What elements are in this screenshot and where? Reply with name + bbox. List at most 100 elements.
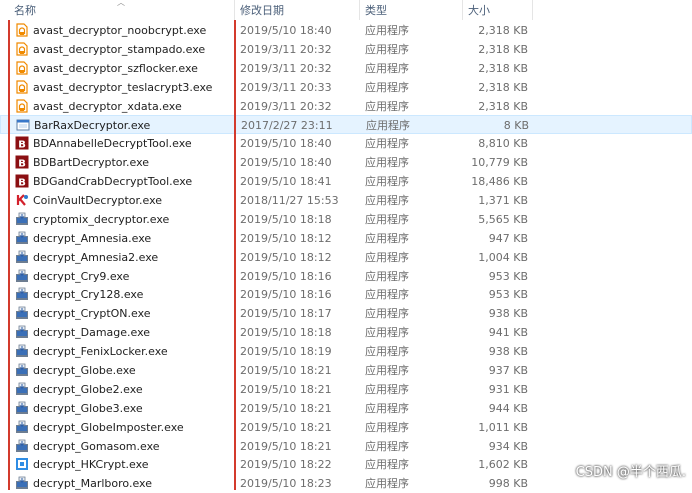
file-row[interactable]: B BDBartDecryptor.exe 2019/5/10 18:40 应用程序 1… — [0, 153, 692, 172]
annotation-line-right — [234, 20, 236, 490]
file-row[interactable]: BarRaxDecryptor.exe 2017/2/27 23:11 应用程序 8 … — [0, 115, 692, 135]
column-divider[interactable] — [532, 0, 533, 20]
file-date: 2018/11/27 15:53 — [240, 194, 339, 208]
file-name: avast_decryptor_noobcrypt.exe — [33, 24, 207, 37]
file-name: decrypt_Globe3.exe — [33, 401, 143, 415]
file-date: 2019/5/10 18:23 — [240, 477, 332, 491]
window-app-icon — [16, 118, 30, 132]
file-name: decrypt_Damage.exe — [33, 326, 151, 340]
file-size: 2,318 KB — [478, 80, 528, 94]
file-name: decrypt_Amnesia2.exe — [33, 250, 159, 264]
file-row[interactable]: avast_decryptor_teslacrypt3.exe 2019/3/11… — [0, 78, 692, 97]
column-header-date[interactable]: 修改日期 — [240, 0, 284, 20]
file-row[interactable]: decrypt_CryptON.exe 2019/5/10 18:17 应用程序 93… — [0, 304, 692, 323]
file-name: decrypt_GlobeImposter.exe — [33, 420, 184, 434]
svg-text:B: B — [18, 159, 26, 170]
installer-icon — [15, 382, 29, 396]
file-row[interactable]: avast_decryptor_xdata.exe 2019/3/11 20:32… — [0, 97, 692, 116]
column-divider[interactable] — [462, 0, 463, 20]
file-size: 2,318 KB — [478, 61, 528, 75]
file-size: 5,565 KB — [478, 212, 528, 226]
file-row[interactable]: decrypt_Cry9.exe 2019/5/10 18:16 应用程序 953 K… — [0, 267, 692, 286]
file-size: 947 KB — [488, 231, 528, 245]
file-type: 应用程序 — [365, 401, 409, 415]
file-size: 953 KB — [488, 269, 528, 283]
annotation-line-left — [8, 20, 10, 490]
file-row[interactable]: decrypt_Globe3.exe 2019/5/10 18:21 应用程序 944… — [0, 399, 692, 418]
kaspersky-k-icon — [15, 193, 29, 207]
file-name: BDGandCrabDecryptTool.exe — [33, 175, 193, 189]
file-name: BDAnnabelleDecryptTool.exe — [33, 137, 192, 151]
file-size: 944 KB — [488, 401, 528, 415]
file-size: 937 KB — [488, 364, 528, 378]
installer-icon — [15, 344, 29, 358]
file-type: 应用程序 — [365, 382, 409, 396]
column-header-size[interactable]: 大小 — [468, 0, 490, 20]
installer-icon — [15, 306, 29, 320]
bitdefender-b-icon: B — [15, 155, 29, 170]
file-size: 1,011 KB — [478, 420, 528, 434]
file-name: decrypt_Gomasom.exe — [33, 439, 160, 453]
file-row[interactable]: avast_decryptor_stampado.exe 2019/3/11 20… — [0, 40, 692, 59]
file-type: 应用程序 — [365, 137, 409, 151]
file-name: BDBartDecryptor.exe — [33, 156, 150, 170]
file-type: 应用程序 — [365, 364, 409, 378]
file-date: 2019/5/10 18:21 — [240, 420, 332, 434]
file-name: decrypt_Cry9.exe — [33, 269, 130, 283]
file-type: 应用程序 — [365, 345, 409, 359]
file-row[interactable]: avast_decryptor_szflocker.exe 2019/3/11 2… — [0, 59, 692, 78]
svg-text:B: B — [18, 140, 26, 151]
watermark: CSDN @半个西瓜. — [575, 465, 686, 480]
file-type: 应用程序 — [365, 99, 409, 113]
file-size: 1,602 KB — [478, 458, 528, 472]
file-size: 1,371 KB — [478, 194, 528, 208]
file-row[interactable]: decrypt_Damage.exe 2019/5/10 18:18 应用程序 941… — [0, 323, 692, 342]
file-name: decrypt_Globe2.exe — [33, 382, 143, 396]
svg-text:B: B — [18, 177, 26, 188]
sort-ascending-icon: ︿ — [117, 0, 125, 7]
file-date: 2019/5/10 18:18 — [240, 212, 332, 226]
file-name: avast_decryptor_szflocker.exe — [33, 61, 198, 75]
column-divider[interactable] — [359, 0, 360, 20]
column-header-bar: ︿ 名称 修改日期 类型 大小 — [0, 0, 692, 20]
file-list: avast_decryptor_noobcrypt.exe 2019/5/10 1… — [0, 21, 692, 493]
file-row[interactable]: decrypt_Amnesia.exe 2019/5/10 18:12 应用程序 94… — [0, 229, 692, 248]
installer-icon — [15, 401, 29, 415]
file-date: 2019/5/10 18:40 — [240, 156, 332, 170]
file-row[interactable]: cryptomix_decryptor.exe 2019/5/10 18:18 应用… — [0, 210, 692, 229]
installer-icon — [15, 325, 29, 339]
file-row[interactable]: decrypt_Globe2.exe 2019/5/10 18:21 应用程序 931… — [0, 380, 692, 399]
file-row[interactable]: CoinVaultDecryptor.exe 2018/11/27 15:53 应用… — [0, 191, 692, 210]
file-name: decrypt_Marlboro.exe — [33, 477, 152, 491]
file-row[interactable]: decrypt_GlobeImposter.exe 2019/5/10 18:21… — [0, 418, 692, 437]
installer-icon — [15, 250, 29, 264]
file-size: 1,004 KB — [478, 250, 528, 264]
column-header-name[interactable]: 名称 — [14, 0, 36, 20]
avast-shield-icon — [15, 42, 29, 56]
installer-blue-icon — [15, 457, 29, 471]
file-date: 2019/5/10 18:16 — [240, 269, 332, 283]
file-size: 953 KB — [488, 288, 528, 302]
installer-icon — [15, 363, 29, 377]
file-name: BarRaxDecryptor.exe — [34, 119, 151, 133]
file-row[interactable]: decrypt_Amnesia2.exe 2019/5/10 18:12 应用程序 1… — [0, 248, 692, 267]
file-row[interactable]: decrypt_Globe.exe 2019/5/10 18:21 应用程序 937 … — [0, 361, 692, 380]
file-date: 2019/5/10 18:18 — [240, 326, 332, 340]
file-date: 2019/3/11 20:33 — [240, 80, 332, 94]
column-header-type[interactable]: 类型 — [365, 0, 387, 20]
file-row[interactable]: decrypt_Cry128.exe 2019/5/10 18:16 应用程序 953… — [0, 285, 692, 304]
file-type: 应用程序 — [365, 458, 409, 472]
file-row[interactable]: decrypt_FenixLocker.exe 2019/5/10 18:19 应用… — [0, 342, 692, 361]
file-row[interactable]: B BDGandCrabDecryptTool.exe 2019/5/10 18:4… — [0, 172, 692, 191]
file-date: 2019/5/10 18:40 — [240, 137, 332, 151]
file-date: 2019/5/10 18:16 — [240, 288, 332, 302]
avast-shield-icon — [15, 98, 29, 113]
file-type: 应用程序 — [366, 119, 410, 133]
avast-shield-icon — [15, 23, 29, 37]
column-divider[interactable] — [234, 0, 235, 20]
file-row[interactable]: B BDAnnabelleDecryptTool.exe 2019/5/10 18:… — [0, 134, 692, 153]
file-size: 938 KB — [488, 345, 528, 359]
file-date: 2019/5/10 18:12 — [240, 231, 332, 245]
file-row[interactable]: avast_decryptor_noobcrypt.exe 2019/5/10 1… — [0, 21, 692, 40]
file-row[interactable]: decrypt_Gomasom.exe 2019/5/10 18:21 应用程序 93… — [0, 437, 692, 456]
